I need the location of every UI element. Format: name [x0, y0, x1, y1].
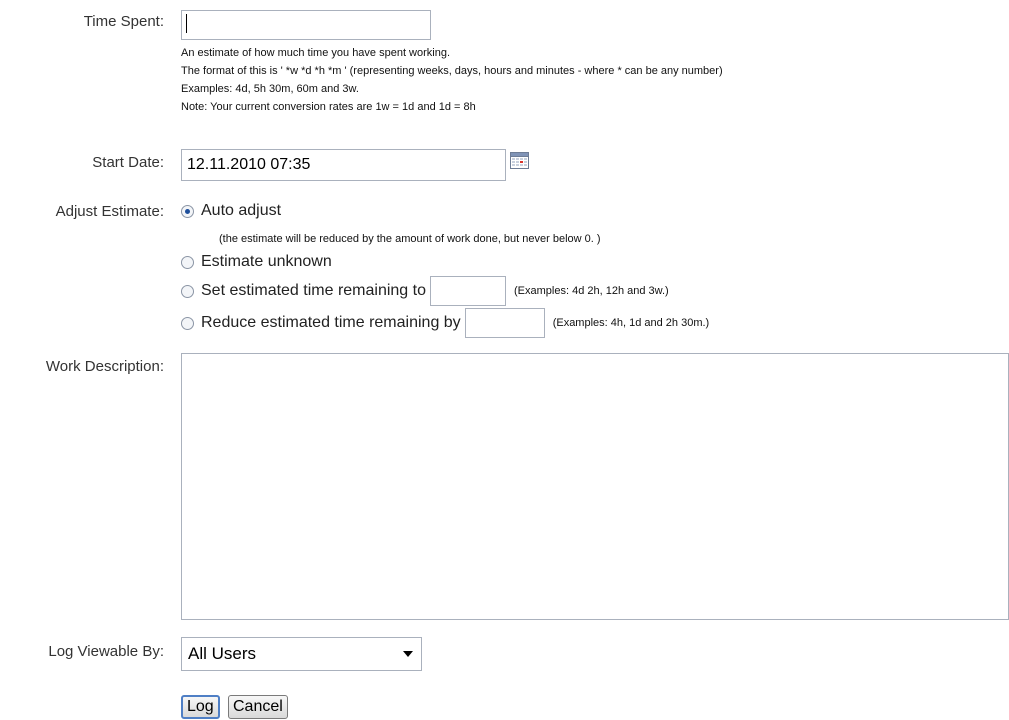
chevron-down-icon — [403, 651, 413, 657]
work-description-label: Work Description: — [45, 358, 164, 375]
radio-button-auto-adjust[interactable] — [181, 204, 194, 218]
log-button[interactable]: Log — [181, 695, 220, 719]
adjust-estimate-label: Adjust Estimate: — [55, 203, 164, 220]
start-date-input[interactable] — [181, 149, 506, 181]
set-estimate-label: Set estimated time remaining to — [201, 282, 426, 299]
time-spent-help-line: Examples: 4d, 5h 30m, 60m and 3w. — [181, 83, 359, 95]
calendar-icon[interactable] — [510, 152, 529, 169]
radio-auto-adjust[interactable]: Auto adjust — [181, 200, 281, 222]
time-spent-help-line: An estimate of how much time you have sp… — [181, 47, 451, 59]
reduce-estimate-label: Reduce estimated time remaining by — [201, 314, 461, 331]
radio-estimate-unknown[interactable]: Estimate unknown — [181, 251, 332, 273]
radio-set-estimate[interactable]: Set estimated time remaining to (Example… — [181, 276, 669, 306]
auto-adjust-note: (the estimate will be reduced by the amo… — [219, 233, 601, 245]
time-spent-help-line: Note: Your current conversion rates are … — [181, 101, 476, 113]
set-estimate-input[interactable] — [430, 276, 506, 306]
start-date-label: Start Date: — [92, 154, 164, 171]
auto-adjust-label: Auto adjust — [201, 202, 282, 219]
reduce-estimate-input[interactable] — [464, 308, 545, 338]
radio-button-set-estimate[interactable] — [181, 284, 194, 298]
radio-reduce-estimate[interactable]: Reduce estimated time remaining by (Exam… — [181, 308, 710, 338]
cancel-button[interactable]: Cancel — [228, 695, 288, 719]
work-description-textarea[interactable] — [181, 353, 1009, 620]
log-viewable-by-select[interactable]: All Users — [181, 637, 422, 671]
log-work-form: Time Spent: An estimate of how much time… — [0, 0, 1009, 720]
reduce-estimate-example: (Examples: 4h, 1d and 2h 30m.) — [552, 317, 710, 329]
time-spent-label: Time Spent: — [83, 13, 164, 30]
time-spent-input[interactable] — [181, 10, 431, 40]
log-viewable-by-value: All Users — [188, 644, 257, 663]
estimate-unknown-label: Estimate unknown — [201, 253, 332, 270]
radio-button-estimate-unknown[interactable] — [181, 255, 194, 269]
text-cursor — [186, 14, 187, 33]
set-estimate-example: (Examples: 4d 2h, 12h and 3w.) — [514, 285, 669, 297]
log-viewable-by-label: Log Viewable By: — [48, 643, 164, 660]
radio-button-reduce-estimate[interactable] — [181, 316, 194, 330]
time-spent-help-line: The format of this is ' *w *d *h *m ' (r… — [181, 65, 723, 77]
